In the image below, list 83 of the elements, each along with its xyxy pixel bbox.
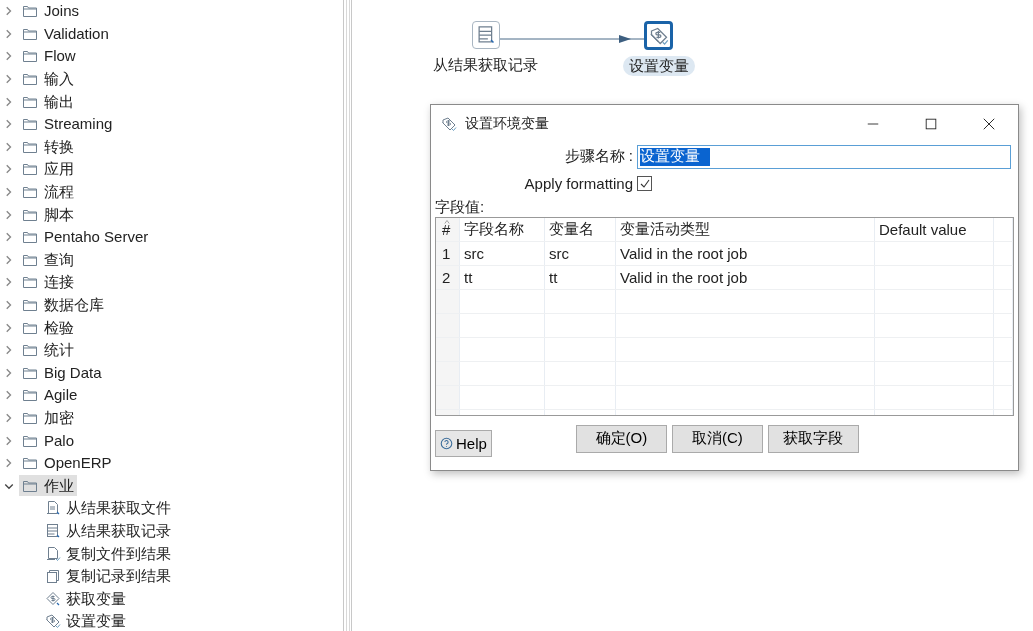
tree-item[interactable]: Joins — [19, 0, 83, 22]
maximize-icon — [924, 117, 938, 131]
tree-item[interactable]: 加密 — [19, 407, 77, 429]
folder-icon — [22, 3, 38, 20]
tree-item[interactable]: 复制记录到结果 — [0, 564, 343, 588]
checkbox[interactable] — [637, 176, 652, 191]
tree-item[interactable]: 转换 — [19, 136, 77, 158]
folder-icon — [22, 342, 38, 359]
folder-icon — [22, 116, 38, 133]
tree-item[interactable]: 应用 — [19, 158, 77, 180]
dialog-button[interactable]: 取消(C) — [671, 424, 763, 453]
tree-item[interactable]: 设置变量 — [0, 610, 343, 631]
field-label: 步骤名称 : — [563, 147, 634, 166]
dollar-diamond-icon — [441, 116, 457, 132]
window-title: 设置环境变量 — [465, 115, 549, 133]
splitter[interactable] — [343, 0, 352, 631]
table-cell: Valid in the root job — [615, 265, 875, 290]
close-icon — [982, 117, 996, 131]
folder-icon — [22, 48, 38, 65]
tree-item[interactable]: 流程 — [19, 181, 77, 203]
tree-item[interactable]: 脚本 — [19, 204, 77, 226]
list-icon — [475, 25, 496, 45]
column-header[interactable]: 变量活动类型 — [615, 218, 875, 242]
tree-item[interactable]: Palo — [19, 430, 78, 452]
tree-item[interactable]: Agile — [19, 384, 81, 406]
table-cell: tt — [544, 265, 616, 290]
tree-item[interactable]: 输入 — [19, 68, 77, 90]
tree-item[interactable]: 输出 — [19, 91, 77, 113]
dollar-diamond-icon — [648, 25, 669, 46]
column-header[interactable]: 变量名 — [544, 218, 616, 242]
dollar-diamond-icon — [45, 613, 61, 630]
tree-item[interactable]: Pentaho Server — [19, 226, 152, 248]
tree-item[interactable]: 检验 — [19, 317, 77, 339]
table-cell: src — [544, 241, 616, 266]
list-icon — [45, 522, 61, 539]
document-icon — [45, 500, 61, 517]
table-cell: tt — [459, 265, 545, 290]
folder-icon — [22, 71, 38, 88]
tree-item[interactable]: 从结果获取文件 — [0, 497, 343, 520]
tree-item[interactable]: Big Data — [19, 362, 105, 384]
document-icon — [45, 545, 61, 562]
tree-item[interactable]: 查询 — [19, 249, 77, 271]
checkbox-label: Apply formatting — [523, 175, 634, 192]
tree-item[interactable]: Flow — [19, 46, 79, 67]
row-number: 2 — [436, 265, 460, 290]
folder-icon — [22, 274, 38, 291]
tree-item[interactable]: 数据仓库 — [19, 294, 107, 316]
tree-item[interactable]: Streaming — [19, 113, 116, 135]
dialog-button[interactable]: 获取字段 — [767, 424, 859, 453]
folder-icon — [22, 410, 38, 426]
stack-icon — [45, 568, 61, 585]
tree-item[interactable]: 统计 — [19, 339, 77, 361]
row-number: 1 — [436, 241, 460, 266]
folder-icon — [22, 297, 38, 313]
folder-icon — [22, 455, 38, 472]
table-cell: src — [459, 241, 545, 266]
folder-icon — [22, 161, 38, 178]
help-button[interactable]: Help — [435, 430, 492, 457]
folder-icon — [22, 387, 38, 404]
hop-arrow[interactable] — [499, 35, 645, 43]
tree-item[interactable]: 连接 — [19, 271, 77, 293]
tree-item[interactable]: OpenERP — [19, 452, 115, 474]
step-name-field[interactable]: 设置变量 — [637, 144, 1011, 169]
help-icon — [440, 437, 453, 450]
step-label: 从结果获取记录 — [432, 55, 539, 75]
tree-item[interactable]: 获取变量 — [0, 587, 343, 611]
table-cell: Valid in the root job — [615, 241, 875, 266]
folder-icon — [22, 229, 38, 246]
tree-item[interactable]: 复制文件到结果 — [0, 542, 343, 565]
step-node[interactable] — [471, 21, 500, 49]
step-node[interactable] — [644, 21, 673, 50]
sort-caret-icon — [443, 219, 451, 225]
tree-item[interactable]: 作业 — [19, 475, 77, 497]
tree-item[interactable]: 从结果获取记录 — [0, 519, 343, 543]
tree-item[interactable]: Validation — [19, 23, 112, 45]
step-label: 设置变量 — [622, 56, 695, 76]
dollar-diamond-icon — [45, 590, 61, 607]
column-header[interactable]: Default value — [874, 218, 994, 242]
dialog-button[interactable]: 确定(O) — [575, 424, 667, 453]
column-header[interactable]: 字段名称 — [459, 218, 545, 242]
section-label: 字段值: — [435, 197, 486, 217]
column-header[interactable]: # — [436, 218, 460, 242]
folder-icon — [22, 184, 38, 201]
